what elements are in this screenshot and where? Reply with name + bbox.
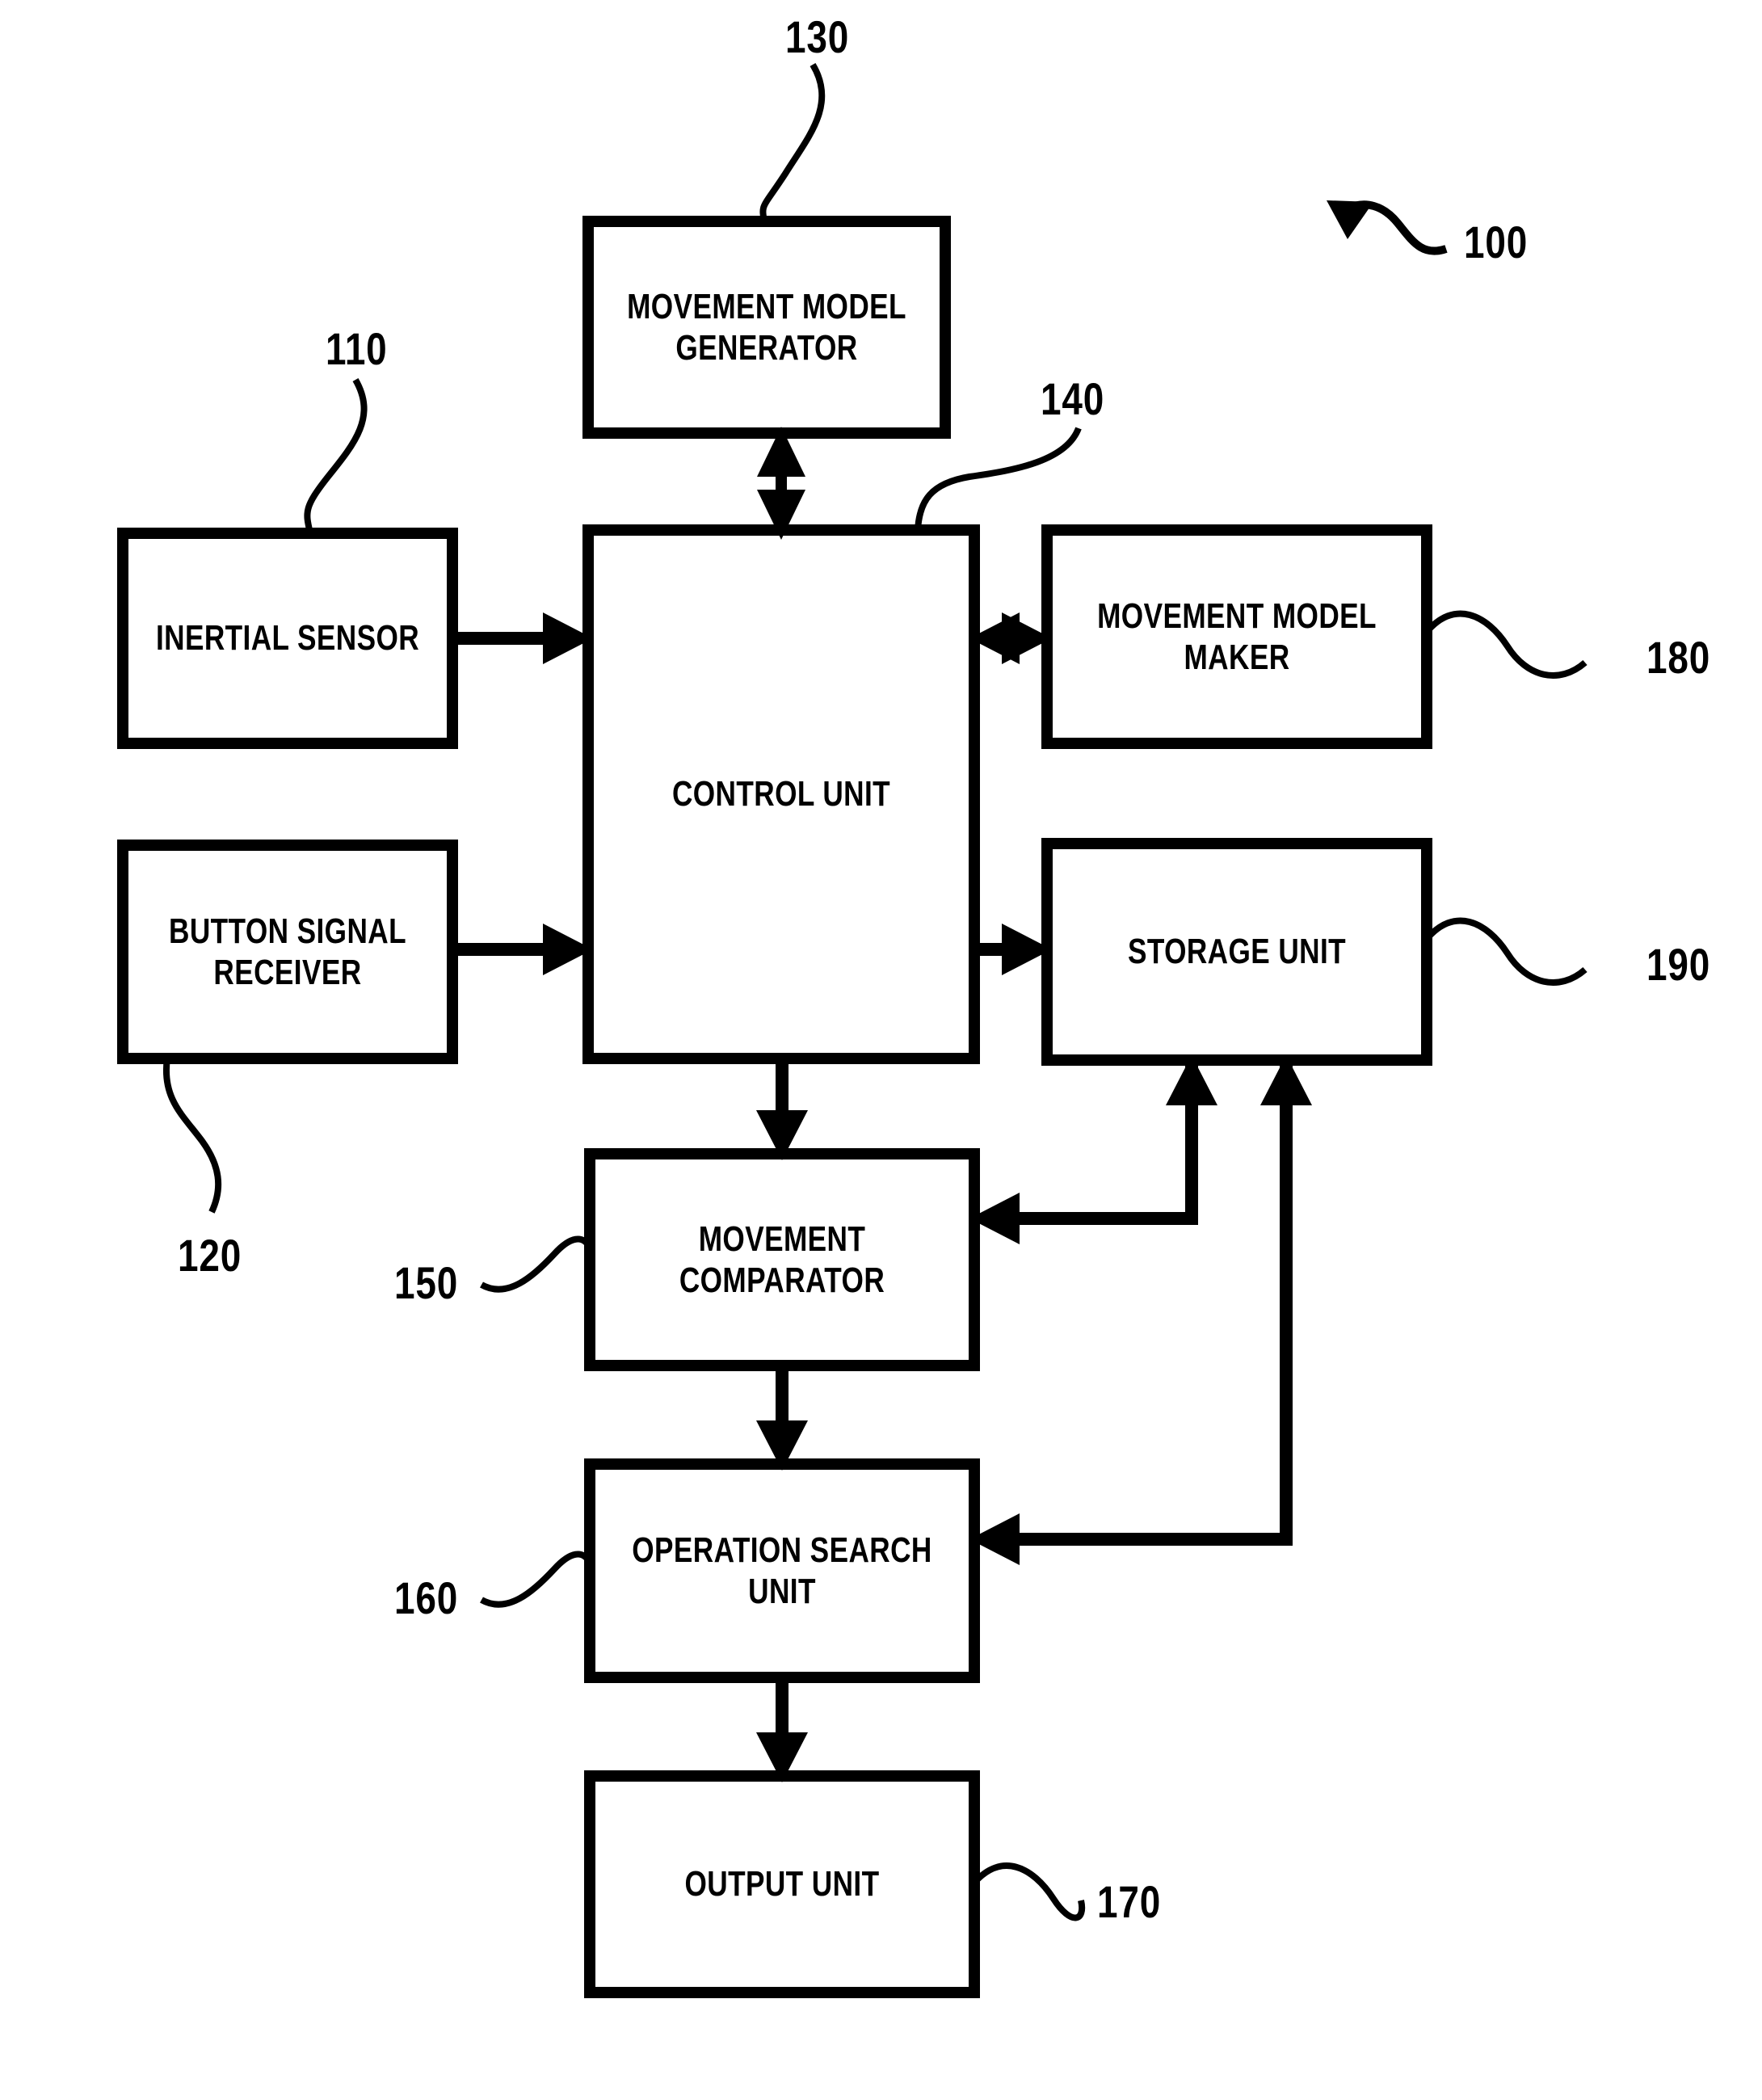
leader-line-130 xyxy=(759,62,826,222)
reference-numeral-180: 180 xyxy=(1646,632,1711,683)
leader-line-170 xyxy=(972,1862,1086,1921)
leader-line-140 xyxy=(915,427,1082,531)
reference-numeral-140: 140 xyxy=(1041,373,1105,424)
reference-numeral-160: 160 xyxy=(394,1572,459,1623)
connector-storage-searchunit xyxy=(999,1060,1293,1546)
diagram-svg xyxy=(117,62,1587,1998)
leader-line-180 xyxy=(1423,610,1587,679)
reference-numeral-150: 150 xyxy=(394,1257,459,1308)
connector-storage-comparator xyxy=(999,1060,1198,1225)
box-storage-unit xyxy=(1041,838,1432,1066)
reference-numeral-130: 130 xyxy=(785,11,850,62)
box-inertial-sensor xyxy=(117,528,458,749)
reference-numeral-110: 110 xyxy=(326,323,388,374)
leader-line-160 xyxy=(480,1551,593,1608)
box-movement-model-maker xyxy=(1041,524,1432,749)
reference-numeral-190: 190 xyxy=(1646,939,1711,990)
leader-line-150 xyxy=(480,1235,593,1293)
arrowhead-system-100 xyxy=(1327,200,1373,239)
box-output-unit xyxy=(584,1770,980,1998)
box-button-signal-receiver xyxy=(117,840,458,1064)
box-movement-comparator xyxy=(584,1148,980,1371)
leader-line-110 xyxy=(304,378,368,534)
box-movement-model-generator xyxy=(582,216,951,439)
reference-numeral-170: 170 xyxy=(1097,1876,1162,1927)
leader-line-190 xyxy=(1423,917,1587,986)
box-control-unit xyxy=(582,524,980,1064)
leader-line-120 xyxy=(162,1058,222,1214)
reference-numeral-100: 100 xyxy=(1464,217,1529,267)
figure-canvas: MOVEMENT MODEL GENERATOR INERTIAL SENSOR… xyxy=(0,0,1762,2100)
box-operation-search-unit xyxy=(584,1458,980,1683)
reference-numeral-120: 120 xyxy=(178,1230,242,1281)
